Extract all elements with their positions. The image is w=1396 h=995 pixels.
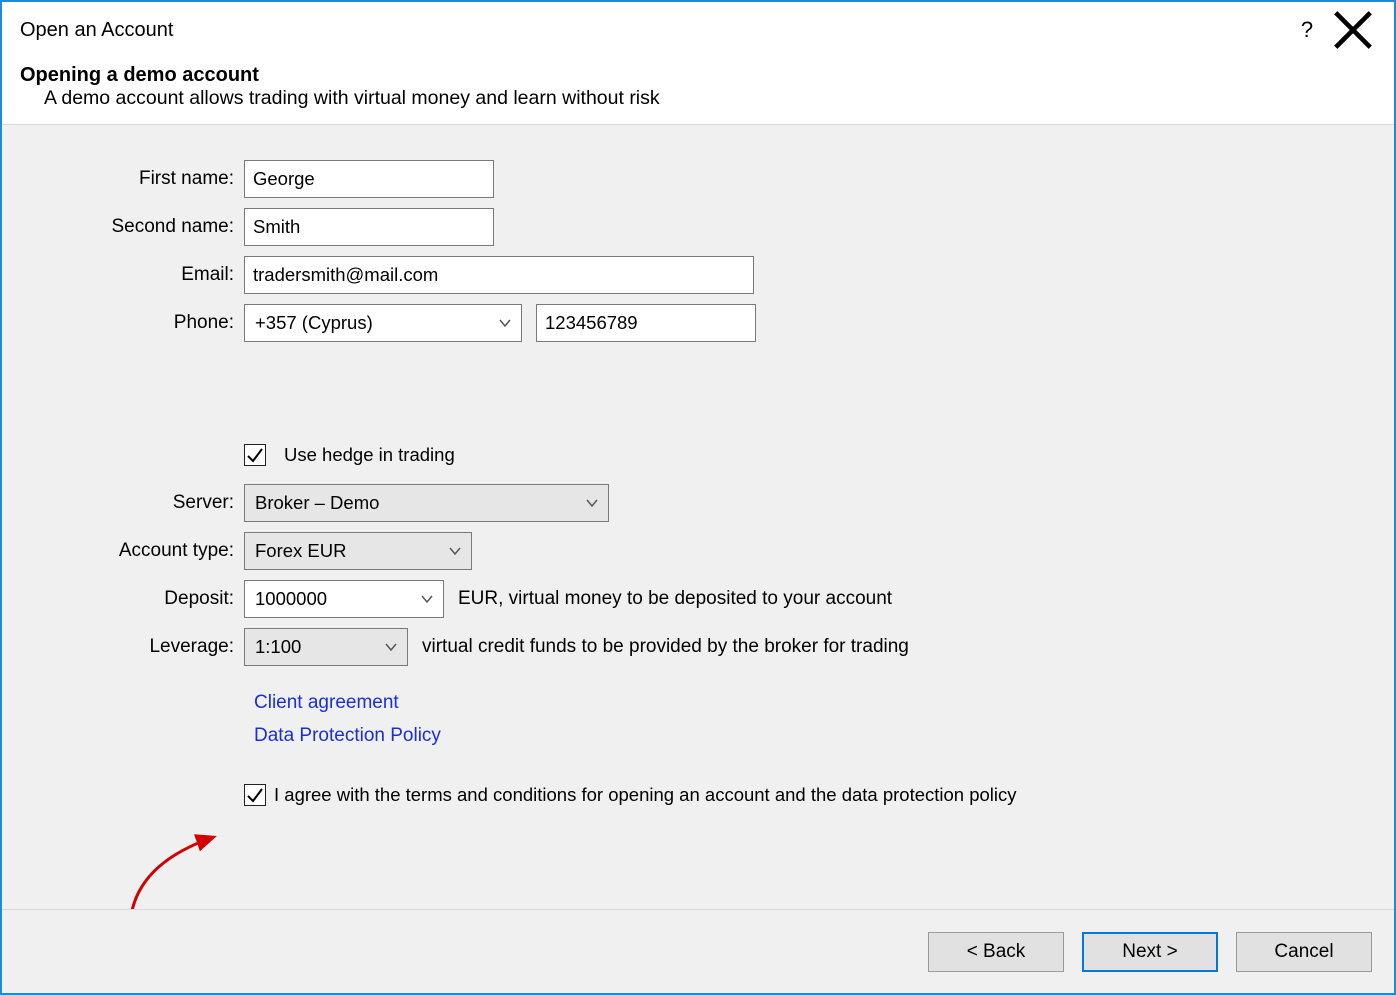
agree-checkbox-label: I agree with the terms and conditions fo… <box>274 784 1017 806</box>
leverage-value: 1:100 <box>255 636 301 658</box>
second-name-input[interactable] <box>244 208 494 246</box>
deposit-label: Deposit: <box>22 588 244 610</box>
leverage-label: Leverage: <box>22 636 244 658</box>
dialog-header: Opening a demo account A demo account al… <box>2 58 1394 124</box>
chevron-down-icon <box>419 591 435 607</box>
email-input[interactable] <box>244 256 754 294</box>
phone-country-dropdown[interactable]: +357 (Cyprus) <box>244 304 522 342</box>
cancel-button[interactable]: Cancel <box>1236 932 1372 972</box>
deposit-description: EUR, virtual money to be deposited to yo… <box>458 588 892 610</box>
next-button[interactable]: Next > <box>1082 932 1218 972</box>
phone-country-value: +357 (Cyprus) <box>255 312 373 334</box>
client-agreement-link[interactable]: Client agreement <box>254 692 399 713</box>
deposit-dropdown[interactable]: 1000000 <box>244 580 444 618</box>
links-block: Client agreement Data Protection Policy <box>22 691 1374 747</box>
hedge-checkbox-label: Use hedge in trading <box>284 444 455 466</box>
back-button[interactable]: < Back <box>928 932 1064 972</box>
chevron-down-icon <box>584 495 600 511</box>
first-name-input[interactable] <box>244 160 494 198</box>
second-name-label: Second name: <box>22 216 244 238</box>
server-value: Broker – Demo <box>255 492 379 514</box>
titlebar: Open an Account ? <box>2 2 1394 58</box>
account-type-dropdown[interactable]: Forex EUR <box>244 532 472 570</box>
agree-checkbox[interactable] <box>244 784 266 806</box>
email-label: Email: <box>22 264 244 286</box>
header-title: Opening a demo account <box>20 64 1376 87</box>
hedge-checkbox[interactable] <box>244 444 266 466</box>
phone-label: Phone: <box>22 312 244 334</box>
account-type-value: Forex EUR <box>255 540 347 562</box>
leverage-dropdown[interactable]: 1:100 <box>244 628 408 666</box>
dialog-body: First name: Second name: Email: Phone: <box>2 124 1394 993</box>
dialog-footer: < Back Next > Cancel <box>2 909 1394 993</box>
server-dropdown[interactable]: Broker – Demo <box>244 484 609 522</box>
header-description: A demo account allows trading with virtu… <box>20 87 1376 110</box>
leverage-description: virtual credit funds to be provided by t… <box>422 636 909 658</box>
data-protection-link[interactable]: Data Protection Policy <box>254 725 441 746</box>
deposit-value: 1000000 <box>255 588 327 610</box>
help-icon[interactable]: ? <box>1284 7 1330 53</box>
chevron-down-icon <box>447 543 463 559</box>
open-account-dialog: Open an Account ? Opening a demo account… <box>0 0 1396 995</box>
chevron-down-icon <box>497 315 513 331</box>
server-label: Server: <box>22 492 244 514</box>
window-title: Open an Account <box>20 19 173 42</box>
account-type-label: Account type: <box>22 540 244 562</box>
close-icon[interactable] <box>1330 7 1376 53</box>
phone-number-input[interactable] <box>536 304 756 342</box>
chevron-down-icon <box>383 639 399 655</box>
first-name-label: First name: <box>22 168 244 190</box>
